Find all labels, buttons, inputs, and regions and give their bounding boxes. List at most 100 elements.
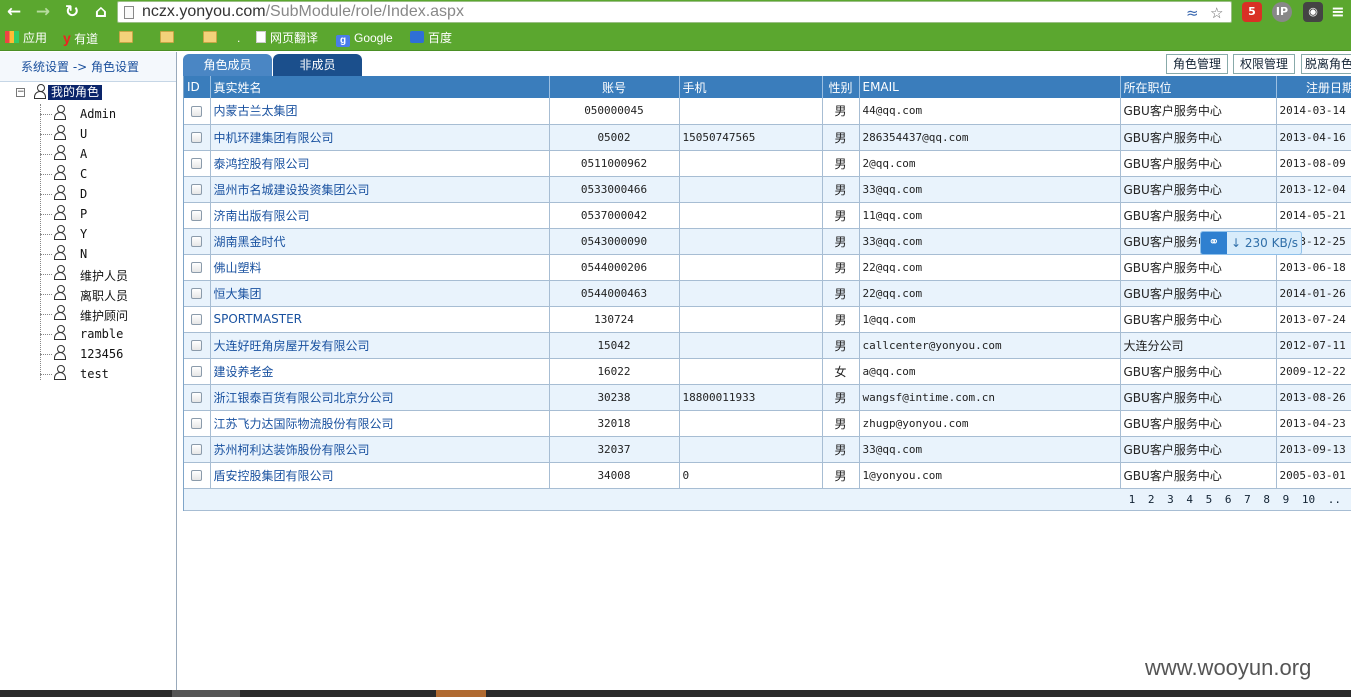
- bookmark-baidu[interactable]: 百度: [410, 29, 452, 47]
- cell-name[interactable]: 温州市名城建设投资集团公司: [210, 176, 550, 203]
- table-row[interactable]: 泰鸿控股有限公司 0511000962 男 2@qq.com GBU客户服务中心 2013…: [184, 150, 1351, 177]
- cell-name[interactable]: 佛山塑料: [210, 254, 550, 281]
- table-row[interactable]: 苏州柯利达装饰股份有限公司 32037 男 33@qq.com GBU客户服务中心 201…: [184, 436, 1351, 463]
- translate-icon[interactable]: ≈: [1186, 4, 1199, 22]
- sidebar-role-item[interactable]: 维护人员: [40, 264, 170, 284]
- menu-icon[interactable]: ≡: [1328, 2, 1348, 22]
- col-header-date[interactable]: 注册日期: [1276, 76, 1351, 98]
- table-row[interactable]: 济南出版有限公司 0537000042 男 11@qq.com GBU客户服务中心 201…: [184, 202, 1351, 229]
- sidebar-role-item[interactable]: U: [40, 124, 170, 144]
- table-header-row: ID 真实姓名 账号 手机 性别 EMAIL 所在职位 注册日期: [184, 76, 1351, 98]
- bookmark-folder-3[interactable]: [203, 29, 221, 47]
- table-row[interactable]: 内蒙古兰太集团 050000045 男 44@qq.com GBU客户服务中心 2014-…: [184, 98, 1351, 125]
- bookmark-dot[interactable]: .: [237, 29, 240, 47]
- collapse-icon[interactable]: −: [16, 88, 25, 97]
- sidebar-role-item[interactable]: 离职人员: [40, 284, 170, 304]
- leave-role-button[interactable]: 脱离角色: [1301, 54, 1351, 74]
- row-checkbox[interactable]: [191, 105, 203, 117]
- row-checkbox[interactable]: [191, 366, 203, 377]
- col-header-gender[interactable]: 性别: [822, 76, 860, 98]
- cell-name[interactable]: 苏州柯利达装饰股份有限公司: [210, 436, 550, 463]
- bookmark-youdao[interactable]: y 有道: [63, 29, 98, 47]
- forward-arrow-icon[interactable]: →: [33, 2, 53, 22]
- camera-ext-icon[interactable]: ◉: [1303, 2, 1323, 22]
- table-row[interactable]: 盾安控股集团有限公司 34008 0 男 1@yonyou.com GBU客户服务中心 20…: [184, 462, 1351, 489]
- gmail-ext-icon[interactable]: 5: [1242, 2, 1262, 22]
- row-checkbox[interactable]: [191, 418, 203, 429]
- table-row[interactable]: 温州市名城建设投资集团公司 0533000466 男 33@qq.com GBU客户服务…: [184, 176, 1351, 203]
- row-checkbox[interactable]: [191, 392, 203, 403]
- bookmark-folder-1[interactable]: [119, 29, 137, 47]
- permission-manage-button[interactable]: 权限管理: [1233, 54, 1295, 74]
- cell-name[interactable]: 浙江银泰百货有限公司北京分公司: [210, 384, 550, 411]
- sidebar-role-item[interactable]: Admin: [40, 104, 170, 124]
- sidebar-role-item[interactable]: 维护顾问: [40, 304, 170, 324]
- row-checkbox[interactable]: [191, 470, 203, 481]
- cell-name[interactable]: 中机环建集团有限公司: [210, 124, 550, 151]
- sidebar-role-item[interactable]: D: [40, 184, 170, 204]
- cell-gender: 男: [822, 384, 860, 411]
- row-checkbox[interactable]: [191, 262, 203, 273]
- cell-name[interactable]: SPORTMASTER: [210, 306, 550, 333]
- table-row[interactable]: 大连好旺角房屋开发有限公司 15042 男 callcenter@yonyou.com…: [184, 332, 1351, 359]
- row-checkbox[interactable]: [191, 444, 203, 455]
- bookmark-google[interactable]: g Google: [336, 29, 393, 47]
- row-checkbox[interactable]: [191, 288, 203, 299]
- row-checkbox[interactable]: [191, 340, 203, 351]
- back-arrow-icon[interactable]: ←: [4, 2, 24, 22]
- cell-name[interactable]: 湖南黑金时代: [210, 228, 550, 255]
- table-row[interactable]: 江苏飞力达国际物流股份有限公司 32018 男 zhugp@yonyou.com GBU…: [184, 410, 1351, 437]
- row-checkbox[interactable]: [191, 158, 203, 169]
- star-icon[interactable]: ☆: [1210, 4, 1223, 22]
- col-header-email[interactable]: EMAIL: [859, 76, 1121, 98]
- sidebar-role-item[interactable]: 123456: [40, 344, 170, 364]
- download-speed-badge[interactable]: ⚭ ↓ 230 KB/s: [1200, 231, 1302, 255]
- bookmark-translate[interactable]: 网页翻译: [256, 29, 318, 47]
- cell-name[interactable]: 建设养老金: [210, 358, 550, 385]
- row-checkbox[interactable]: [191, 184, 203, 195]
- pager-links[interactable]: 1 2 3 4 5 6 7 8 9 10 ..: [1129, 493, 1341, 506]
- cell-name[interactable]: 济南出版有限公司: [210, 202, 550, 229]
- table-row[interactable]: SPORTMASTER 130724 男 1@qq.com GBU客户服务中心 2013-…: [184, 306, 1351, 333]
- bookmark-folder-2[interactable]: [160, 29, 178, 47]
- row-checkbox[interactable]: [191, 210, 203, 221]
- cell-name[interactable]: 盾安控股集团有限公司: [210, 462, 550, 489]
- col-header-id[interactable]: ID: [184, 76, 211, 98]
- role-label: P: [80, 207, 88, 221]
- row-checkbox[interactable]: [191, 236, 203, 247]
- col-header-phone[interactable]: 手机: [679, 76, 823, 98]
- cell-name[interactable]: 内蒙古兰太集团: [210, 98, 550, 125]
- col-header-name[interactable]: 真实姓名: [210, 76, 550, 98]
- table-row[interactable]: 佛山塑料 0544000206 男 22@qq.com GBU客户服务中心 2013-06…: [184, 254, 1351, 281]
- sidebar-role-item[interactable]: A: [40, 144, 170, 164]
- sidebar-role-item[interactable]: P: [40, 204, 170, 224]
- tab-non-members[interactable]: 非成员: [273, 54, 362, 76]
- table-row[interactable]: 浙江银泰百货有限公司北京分公司 30238 18800011933 男 wangsf@i…: [184, 384, 1351, 411]
- sidebar-role-item[interactable]: C: [40, 164, 170, 184]
- cell-name[interactable]: 恒大集团: [210, 280, 550, 307]
- col-header-position[interactable]: 所在职位: [1120, 76, 1277, 98]
- row-checkbox[interactable]: [191, 132, 203, 143]
- cell-name[interactable]: 大连好旺角房屋开发有限公司: [210, 332, 550, 359]
- sidebar-role-item[interactable]: N: [40, 244, 170, 264]
- address-bar[interactable]: nczx.yonyou.com/SubModule/role/Index.asp…: [117, 1, 1232, 23]
- table-row[interactable]: 中机环建集团有限公司 05002 15050747565 男 286354437@qq.…: [184, 124, 1351, 151]
- sidebar-role-item[interactable]: Y: [40, 224, 170, 244]
- home-icon[interactable]: ⌂: [91, 2, 111, 22]
- table-row[interactable]: 湖南黑金时代 0543000090 男 33@qq.com GBU客户服务中心 2013-…: [184, 228, 1351, 255]
- reload-icon[interactable]: ↻: [62, 2, 82, 22]
- ip-ext-icon[interactable]: IP: [1272, 2, 1292, 22]
- tab-members[interactable]: 角色成员: [183, 54, 272, 76]
- table-row[interactable]: 建设养老金 16022 女 a@qq.com GBU客户服务中心 2009-12-22: [184, 358, 1351, 385]
- tree-root-label[interactable]: 我的角色: [48, 85, 103, 100]
- cell-name[interactable]: 泰鸿控股有限公司: [210, 150, 550, 177]
- role-manage-button[interactable]: 角色管理: [1166, 54, 1228, 74]
- bookmark-apps[interactable]: 应用: [5, 29, 47, 47]
- table-row[interactable]: 恒大集团 0544000463 男 22@qq.com GBU客户服务中心 2014-01…: [184, 280, 1351, 307]
- cell-phone: [679, 98, 823, 125]
- col-header-account[interactable]: 账号: [549, 76, 680, 98]
- sidebar-role-item[interactable]: ramble: [40, 324, 170, 344]
- row-checkbox[interactable]: [191, 314, 203, 325]
- sidebar-role-item[interactable]: test: [40, 364, 170, 384]
- cell-name[interactable]: 江苏飞力达国际物流股份有限公司: [210, 410, 550, 437]
